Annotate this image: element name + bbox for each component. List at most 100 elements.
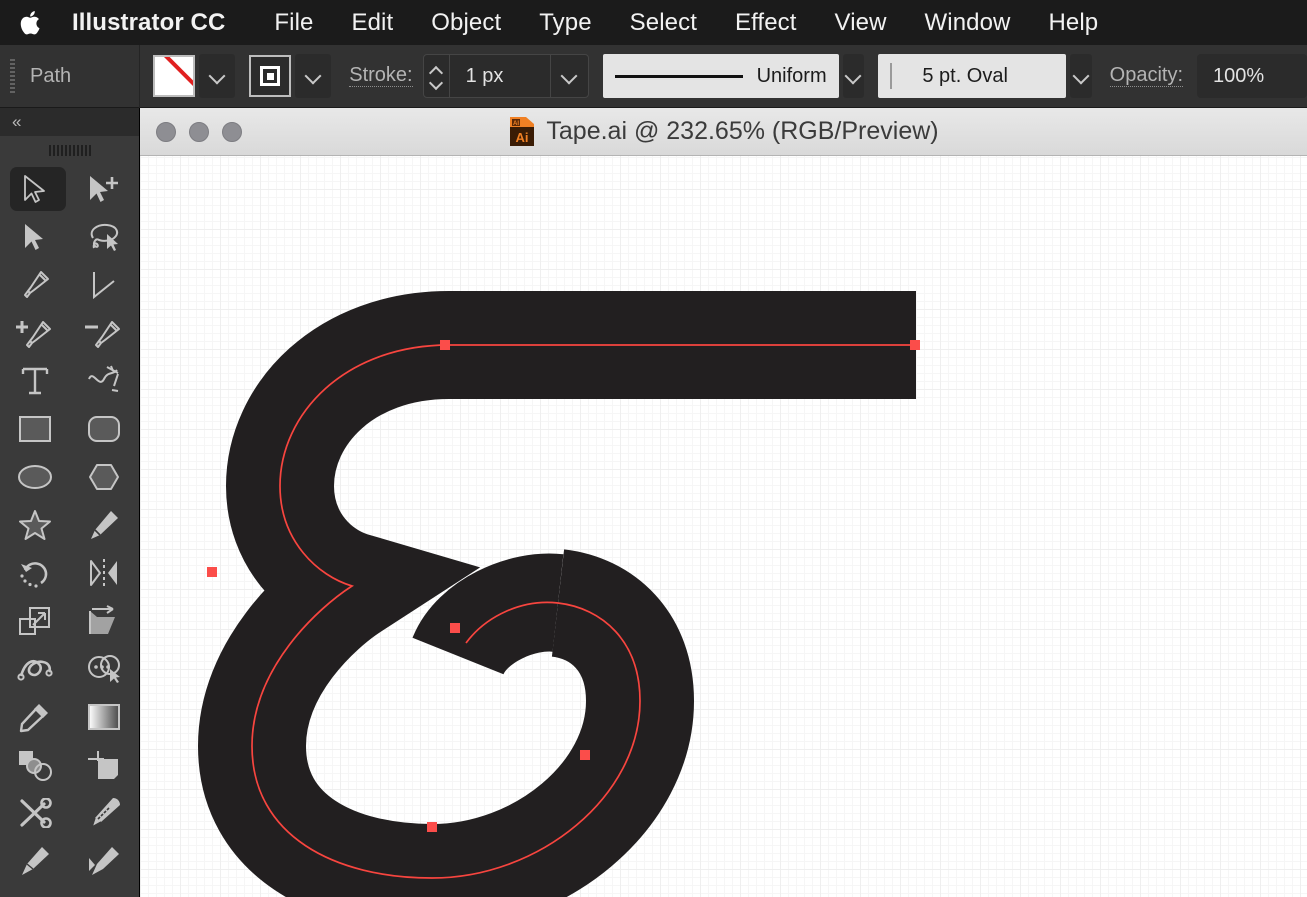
document-title-bar[interactable]: AI Ai Tape.ai @ 232.65% (RGB/Preview) — [140, 108, 1307, 156]
group-selection-tool-icon — [22, 222, 48, 252]
type-on-path-icon — [87, 365, 121, 397]
apple-logo-icon[interactable] — [18, 7, 46, 39]
star-tool-icon — [19, 509, 51, 541]
fill-swatch-group[interactable] — [153, 54, 235, 98]
ellipse-tool[interactable] — [0, 453, 70, 501]
fill-chevron-down-icon[interactable] — [199, 54, 235, 98]
pen-tool[interactable] — [0, 261, 70, 309]
brush-chevron-down-icon[interactable] — [1070, 54, 1092, 98]
scale-tool-icon — [18, 605, 52, 637]
artboard-tool[interactable] — [70, 741, 140, 789]
stroke-weight-stepper-icon[interactable] — [424, 55, 450, 97]
anchor-point[interactable] — [440, 340, 450, 350]
stroke-weight-chevron-down-icon[interactable] — [550, 55, 588, 97]
control-bar: Path Stroke: 1 px — [0, 45, 1307, 108]
panel-grip-icon[interactable] — [0, 141, 139, 159]
menu-item-window[interactable]: Window — [906, 9, 1030, 37]
collapse-panel-icon[interactable]: « — [12, 112, 20, 132]
shape-builder-tool-icon — [86, 654, 122, 684]
gradient-tool-icon — [87, 703, 121, 731]
stroke-swatch[interactable] — [249, 55, 291, 97]
menu-item-object[interactable]: Object — [412, 9, 520, 37]
paintbrush-tool-icon — [19, 845, 51, 877]
menu-app-name[interactable]: Illustrator CC — [72, 9, 255, 37]
reflect-tool[interactable] — [70, 549, 140, 597]
object-type-label: Path — [30, 65, 139, 88]
anchor-point[interactable] — [580, 750, 590, 760]
menu-item-file[interactable]: File — [255, 9, 332, 37]
menu-item-help[interactable]: Help — [1029, 9, 1117, 37]
tools-panel: « — [0, 108, 140, 897]
menu-item-effect[interactable]: Effect — [716, 9, 816, 37]
rotate-tool-icon — [19, 557, 51, 589]
close-window-button[interactable] — [156, 122, 176, 142]
artboard-canvas[interactable] — [140, 156, 1307, 897]
drag-grip-icon[interactable] — [10, 59, 16, 93]
type-tool[interactable] — [0, 357, 70, 405]
direct-selection-tool[interactable] — [70, 165, 140, 213]
brush-definition-value: 5 pt. Oval — [922, 65, 1008, 88]
illustrator-window: Illustrator CC File Edit Object Type Sel… — [0, 0, 1307, 897]
opacity-value: 100% — [1213, 65, 1264, 88]
tools-grid — [0, 159, 139, 885]
blend-tool-icon — [17, 749, 53, 781]
eyedropper-tool[interactable] — [0, 693, 70, 741]
opacity-label[interactable]: Opacity: — [1110, 65, 1183, 87]
blend-tool[interactable] — [0, 741, 70, 789]
magic-wand-lasso-tool[interactable] — [70, 213, 140, 261]
pencil-tool[interactable] — [70, 501, 140, 549]
curvature-tool[interactable] — [70, 261, 140, 309]
minimize-window-button[interactable] — [189, 122, 209, 142]
delete-anchor-point-tool[interactable] — [70, 309, 140, 357]
group-selection-tool[interactable] — [0, 213, 70, 261]
polygon-tool[interactable] — [70, 453, 140, 501]
rotate-tool[interactable] — [0, 549, 70, 597]
fill-none-swatch[interactable] — [153, 55, 195, 97]
scale-tool[interactable] — [0, 597, 70, 645]
anchor-point[interactable] — [450, 623, 460, 633]
opacity-field[interactable]: 100% — [1197, 54, 1307, 98]
svg-text:AI: AI — [513, 121, 519, 127]
knife-tool-icon — [87, 797, 121, 829]
knife-tool[interactable] — [70, 789, 140, 837]
type-on-path-tool[interactable] — [70, 357, 140, 405]
anchor-point[interactable] — [207, 567, 217, 577]
add-anchor-point-tool[interactable] — [0, 309, 70, 357]
gradient-tool[interactable] — [70, 693, 140, 741]
menu-item-edit[interactable]: Edit — [333, 9, 413, 37]
stroke-weight-value[interactable]: 1 px — [450, 65, 550, 88]
lasso-tool-icon — [86, 222, 122, 252]
delete-anchor-point-icon — [85, 317, 123, 349]
maximize-window-button[interactable] — [222, 122, 242, 142]
scissors-tool[interactable] — [0, 789, 70, 837]
selection-tool[interactable] — [0, 165, 70, 213]
anchor-point[interactable] — [427, 822, 437, 832]
variable-width-chevron-down-icon[interactable] — [843, 54, 865, 98]
brush-definition-select[interactable]: 5 pt. Oval — [878, 54, 1066, 98]
shear-tool[interactable] — [70, 597, 140, 645]
menu-item-type[interactable]: Type — [520, 9, 610, 37]
brush-preview-icon — [890, 63, 892, 89]
shear-tool-icon — [87, 605, 121, 637]
rectangle-tool-icon — [18, 415, 52, 443]
menu-item-view[interactable]: View — [816, 9, 906, 37]
blob-brush-tool[interactable] — [70, 837, 140, 885]
artboard-tool-icon — [86, 749, 122, 781]
star-tool[interactable] — [0, 501, 70, 549]
menu-item-select[interactable]: Select — [611, 9, 716, 37]
stroke-chevron-down-icon[interactable] — [295, 54, 331, 98]
variable-width-profile-select[interactable]: Uniform — [603, 54, 839, 98]
paintbrush-tool[interactable] — [0, 837, 70, 885]
tools-panel-header: « — [0, 108, 139, 136]
stroke-weight-field[interactable]: 1 px — [423, 54, 589, 98]
anchor-point[interactable] — [910, 340, 920, 350]
type-tool-icon — [20, 365, 50, 397]
rectangle-tool[interactable] — [0, 405, 70, 453]
stroke-swatch-group[interactable] — [249, 54, 331, 98]
stroke-weight-label[interactable]: Stroke: — [349, 65, 412, 87]
selection-tool-icon — [22, 174, 48, 204]
rounded-rectangle-tool[interactable] — [70, 405, 140, 453]
document-title-group: AI Ai Tape.ai @ 232.65% (RGB/Preview) — [140, 108, 1307, 155]
width-tool[interactable] — [0, 645, 70, 693]
shape-builder-tool[interactable] — [70, 645, 140, 693]
